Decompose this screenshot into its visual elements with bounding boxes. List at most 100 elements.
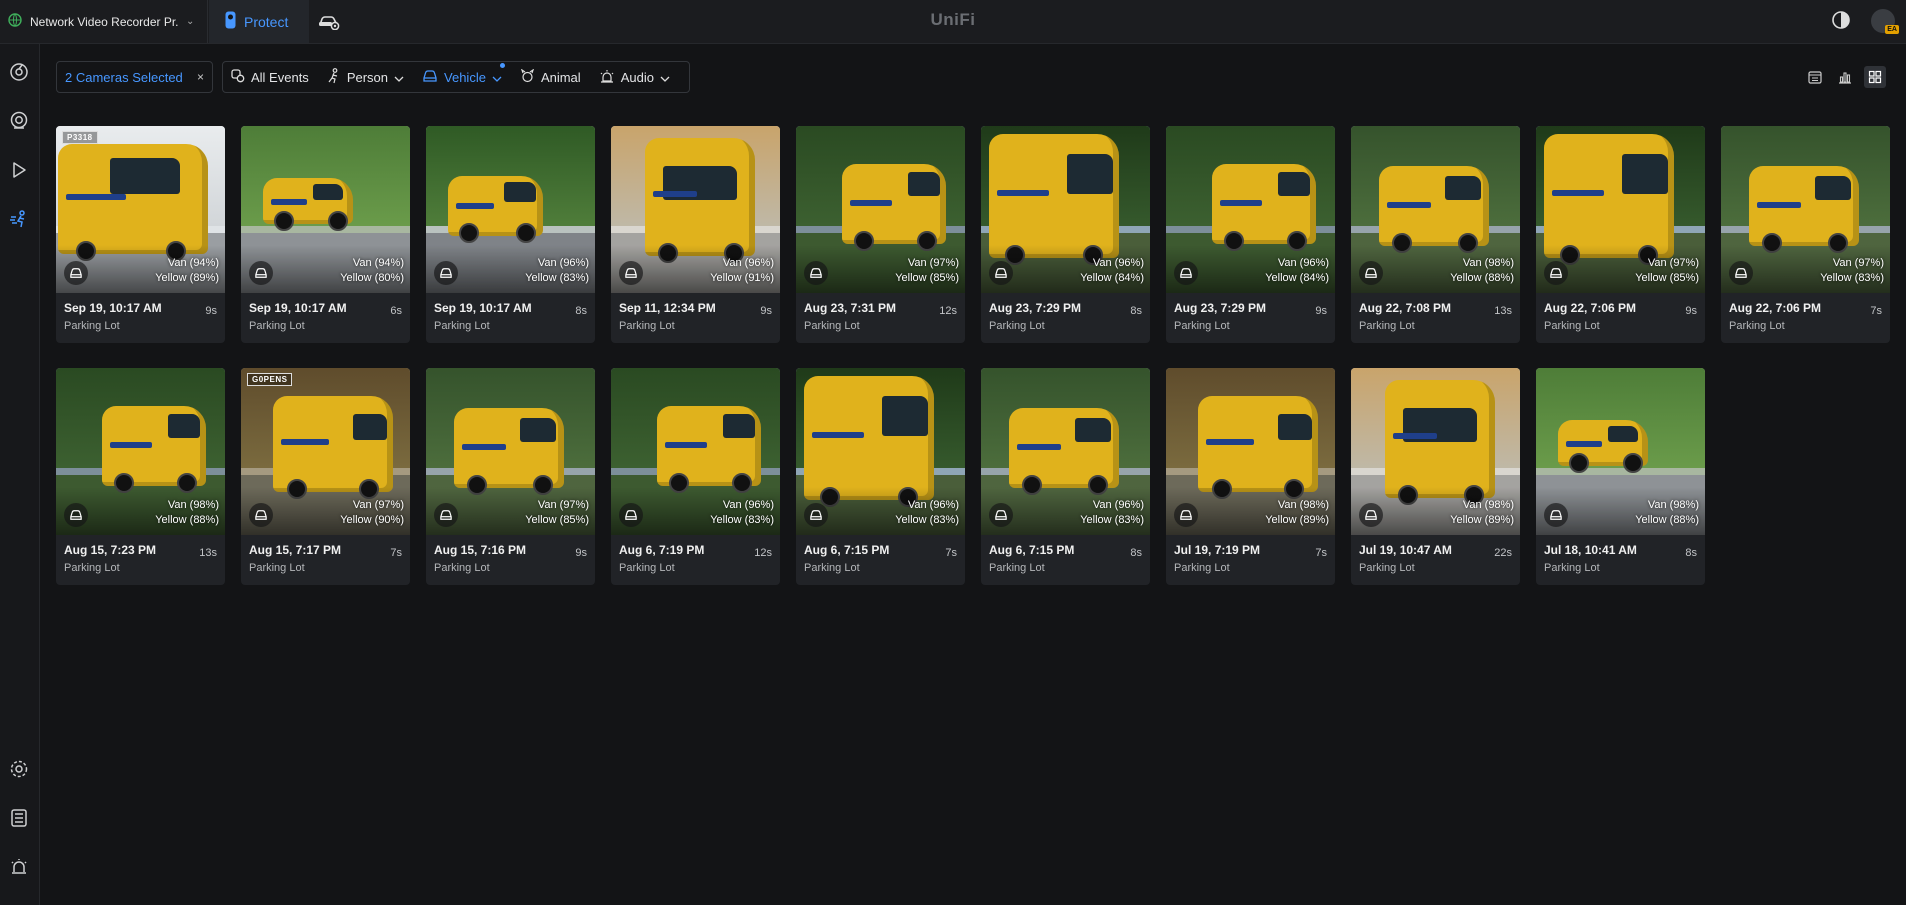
object-type-confidence: Van (97%): [1647, 257, 1699, 269]
cameras-selected-label: 2 Cameras Selected: [65, 69, 183, 85]
event-thumbnail: Van (96%) Yellow (83%): [426, 126, 595, 293]
event-location: Parking Lot: [249, 320, 305, 332]
object-type-confidence: Van (94%): [352, 257, 404, 269]
car-settings-icon[interactable]: [314, 10, 344, 34]
van-image: [1544, 134, 1674, 265]
filter-person[interactable]: Person: [327, 67, 404, 87]
van-windshield: [1622, 154, 1668, 194]
event-card[interactable]: Van (97%) Yellow (85%) Aug 23, 7:31 PM P…: [796, 126, 965, 343]
unifi-logo: UniFi: [930, 10, 976, 29]
avatar[interactable]: EA: [1871, 9, 1899, 34]
calendar-view-icon[interactable]: [1804, 66, 1826, 88]
event-location: Parking Lot: [1729, 320, 1785, 332]
van-stripe: [1387, 202, 1431, 208]
event-grid: P3318 Van (94%) Yellow (89%) Sep 19, 10:…: [56, 126, 1896, 585]
app-switcher[interactable]: Network Video Recorder Pr... ⌄: [0, 0, 208, 43]
filter-audio-label: Audio: [620, 69, 654, 85]
event-thumbnail: Van (96%) Yellow (84%): [1166, 126, 1335, 293]
event-type-filters: All Events Person Vehicle Animal Audio: [222, 61, 690, 93]
event-thumbnail: G0PENS Van (97%) Yellow (90%): [241, 368, 410, 535]
filter-all-events[interactable]: All Events: [231, 68, 309, 86]
event-card[interactable]: Van (96%) Yellow (83%) Aug 6, 7:15 PM Pa…: [981, 368, 1150, 585]
chevron-down-icon: [492, 70, 502, 85]
vehicle-badge-icon: [249, 261, 273, 285]
grid-view-icon[interactable]: [1864, 66, 1886, 88]
van-image: [1009, 408, 1119, 495]
event-card[interactable]: Van (96%) Yellow (91%) Sep 11, 12:34 PM …: [611, 126, 780, 343]
chevron-down-icon: ⌄: [186, 16, 195, 27]
van-windshield: [1815, 176, 1851, 200]
event-meta: Aug 15, 7:17 PM Parking Lot 7s: [241, 535, 410, 585]
event-duration: 8s: [575, 305, 587, 317]
event-time: Aug 15, 7:17 PM: [249, 543, 342, 557]
event-card[interactable]: G0PENS Van (97%) Yellow (90%) Aug 15, 7:…: [241, 368, 410, 585]
sidebar-alarm-icon[interactable]: [4, 852, 34, 882]
event-card[interactable]: Van (96%) Yellow (83%) Aug 6, 7:15 PM Pa…: [796, 368, 965, 585]
event-card[interactable]: Van (96%) Yellow (83%) Aug 6, 7:19 PM Pa…: [611, 368, 780, 585]
van-windshield: [520, 418, 556, 442]
event-meta: Aug 22, 7:06 PM Parking Lot 9s: [1536, 293, 1705, 343]
event-card[interactable]: Van (98%) Yellow (88%) Aug 22, 7:08 PM P…: [1351, 126, 1520, 343]
object-type-confidence: Van (96%): [1092, 499, 1144, 511]
object-color-confidence: Yellow (85%): [1635, 272, 1699, 284]
filter-animal[interactable]: Animal: [520, 68, 581, 86]
event-card[interactable]: Van (98%) Yellow (88%) Jul 18, 10:41 AM …: [1536, 368, 1705, 585]
filter-vehicle[interactable]: Vehicle: [422, 62, 505, 86]
event-duration: 9s: [760, 305, 772, 317]
event-time: Aug 23, 7:29 PM: [989, 301, 1082, 315]
event-card[interactable]: Van (94%) Yellow (80%) Sep 19, 10:17 AM …: [241, 126, 410, 343]
sidebar-cameras-icon[interactable]: [4, 106, 34, 136]
object-type-confidence: Van (96%): [722, 257, 774, 269]
filter-audio[interactable]: Audio: [599, 69, 670, 86]
cameras-selected-chip[interactable]: 2 Cameras Selected ×: [56, 61, 213, 93]
van-windshield: [313, 184, 343, 200]
event-thumbnail: Van (97%) Yellow (85%): [796, 126, 965, 293]
van-image: [1212, 164, 1316, 251]
globe-icon: [8, 13, 22, 30]
object-type-confidence: Van (97%): [537, 499, 589, 511]
chart-view-icon[interactable]: [1834, 66, 1856, 88]
event-card[interactable]: Van (96%) Yellow (84%) Aug 23, 7:29 PM P…: [1166, 126, 1335, 343]
view-toggles: [1804, 66, 1886, 88]
event-thumbnail: Van (97%) Yellow (85%): [426, 368, 595, 535]
event-card[interactable]: Van (97%) Yellow (85%) Aug 15, 7:16 PM P…: [426, 368, 595, 585]
object-type-confidence: Van (98%): [1462, 257, 1514, 269]
event-card[interactable]: Van (98%) Yellow (89%) Jul 19, 10:47 AM …: [1351, 368, 1520, 585]
sidebar-logs-icon[interactable]: [4, 803, 34, 833]
event-thumbnail: Van (98%) Yellow (89%): [1166, 368, 1335, 535]
event-card[interactable]: Van (96%) Yellow (84%) Aug 23, 7:29 PM P…: [981, 126, 1150, 343]
event-card[interactable]: Van (96%) Yellow (83%) Sep 19, 10:17 AM …: [426, 126, 595, 343]
sidebar-detections-icon[interactable]: [4, 204, 34, 234]
event-card[interactable]: Van (97%) Yellow (83%) Aug 22, 7:06 PM P…: [1721, 126, 1890, 343]
event-duration: 9s: [1315, 305, 1327, 317]
tab-protect-label: Protect: [244, 13, 289, 30]
vehicle-badge-icon: [434, 261, 458, 285]
theme-toggle-icon[interactable]: [1831, 10, 1851, 33]
object-type-confidence: Van (98%): [1277, 499, 1329, 511]
audio-icon: [599, 69, 615, 86]
sidebar-play-icon[interactable]: [4, 155, 34, 185]
event-card[interactable]: P3318 Van (94%) Yellow (89%) Sep 19, 10:…: [56, 126, 225, 343]
camera-tag: P3318: [62, 131, 98, 144]
event-meta: Sep 19, 10:17 AM Parking Lot 8s: [426, 293, 595, 343]
sidebar-settings-icon[interactable]: [4, 754, 34, 784]
van-windshield: [168, 414, 200, 438]
event-time: Aug 6, 7:15 PM: [804, 543, 890, 557]
event-card[interactable]: Van (97%) Yellow (85%) Aug 22, 7:06 PM P…: [1536, 126, 1705, 343]
van-stripe: [271, 199, 307, 205]
protect-camera-icon: [225, 11, 236, 32]
event-thumbnail: Van (96%) Yellow (91%): [611, 126, 780, 293]
event-meta: Sep 19, 10:17 AM Parking Lot 9s: [56, 293, 225, 343]
event-location: Parking Lot: [434, 562, 490, 574]
van-wheel: [328, 211, 348, 231]
person-icon: [327, 67, 341, 87]
event-card[interactable]: Van (98%) Yellow (89%) Jul 19, 7:19 PM P…: [1166, 368, 1335, 585]
tab-protect[interactable]: Protect: [209, 0, 309, 43]
close-icon[interactable]: ×: [197, 70, 204, 84]
van-stripe: [1552, 190, 1604, 196]
event-duration: 7s: [945, 547, 957, 559]
event-card[interactable]: Van (98%) Yellow (88%) Aug 15, 7:23 PM P…: [56, 368, 225, 585]
detection-confidence: Van (96%) Yellow (91%): [710, 256, 774, 286]
van-image: [448, 176, 543, 243]
sidebar-dashboard-icon[interactable]: [4, 57, 34, 87]
